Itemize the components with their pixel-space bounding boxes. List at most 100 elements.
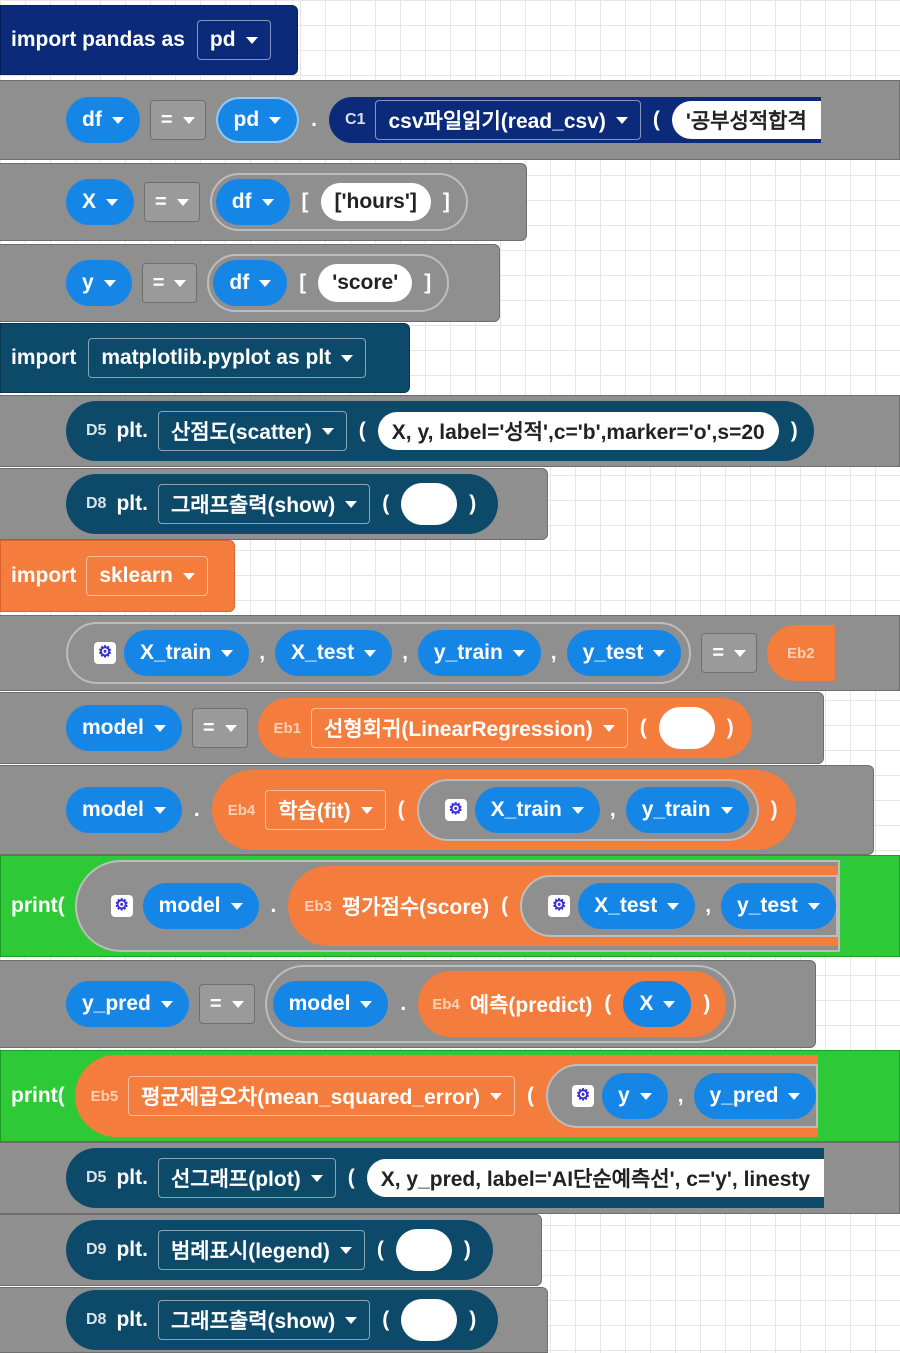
function-dropdown[interactable]: csv파일읽기(read_csv) xyxy=(375,100,641,140)
var-model[interactable]: model xyxy=(66,705,182,751)
gear-icon[interactable]: ⚙ xyxy=(444,799,467,821)
args-tuple[interactable]: ⚙ X_test , y_test xyxy=(520,875,838,937)
filename-input[interactable]: '공부성적합격 xyxy=(671,101,821,139)
predict-block[interactable]: y_pred = model . Eb4 예측(predict) ( X ) xyxy=(0,960,816,1048)
column-input[interactable]: ['hours'] xyxy=(320,183,431,221)
print-mse-block[interactable]: print( Eb5 평균제곱오차(mean_squared_error) ( … xyxy=(0,1050,900,1142)
fit-call[interactable]: Eb4 학습(fit) ( ⚙ X_train , y_train ) xyxy=(211,770,796,850)
chevron-down-icon xyxy=(182,572,195,580)
assign-operator[interactable]: = xyxy=(141,263,198,303)
model-fit-block[interactable]: model . Eb4 학습(fit) ( ⚙ X_train , y_trai… xyxy=(0,765,874,855)
gear-icon[interactable]: ⚙ xyxy=(548,895,571,917)
obj-pd[interactable]: pd xyxy=(215,97,300,143)
index-expression[interactable]: df [ 'score' ] xyxy=(207,254,450,312)
chevron-down-icon xyxy=(269,116,282,124)
gear-icon[interactable]: ⚙ xyxy=(572,1085,595,1107)
assign-operator[interactable]: = xyxy=(149,100,206,140)
method-expression[interactable]: model . Eb4 예측(predict) ( X ) xyxy=(264,965,737,1043)
print-arg[interactable]: ⚙ model . Eb3 평가점수(score) ( ⚙ X_test , y… xyxy=(74,860,840,952)
function-dropdown[interactable]: 산점도(scatter) xyxy=(157,411,347,451)
var-y-pred[interactable]: y_pred xyxy=(693,1073,817,1119)
var-x-test[interactable]: X_test xyxy=(578,883,696,929)
predict-call[interactable]: Eb4 예측(predict) ( X ) xyxy=(418,971,727,1037)
function-label[interactable]: 예측(predict) xyxy=(470,989,593,1019)
model-create-block[interactable]: model = Eb1 선형회귀(LinearRegression) ( ) xyxy=(0,692,824,764)
var-y[interactable]: y xyxy=(602,1073,668,1119)
empty-arg-slot[interactable] xyxy=(401,1299,458,1341)
assign-y-block[interactable]: y = df [ 'score' ] xyxy=(0,244,500,322)
read-csv-call[interactable]: C1 csv파일읽기(read_csv) ( '공부성적합격 xyxy=(329,97,821,143)
tuple-expression[interactable]: ⚙ X_train , X_test , y_train , y_test xyxy=(66,622,692,684)
show-call[interactable]: D8 plt. 그래프출력(show) ( ) xyxy=(66,474,499,534)
empty-arg-slot[interactable] xyxy=(658,707,715,749)
obj-df[interactable]: df xyxy=(213,260,288,306)
assign-x-block[interactable]: X = df [ ['hours'] ] xyxy=(0,163,527,241)
var-y-train[interactable]: y_train xyxy=(625,787,749,833)
args-tuple[interactable]: ⚙ X_train , y_train xyxy=(416,779,759,841)
var-model[interactable]: model xyxy=(272,981,389,1027)
var-y-test[interactable]: y_test xyxy=(566,630,682,676)
obj-df[interactable]: df xyxy=(215,179,290,225)
legend-call[interactable]: D9 plt. 범례표시(legend) ( ) xyxy=(66,1220,493,1280)
show-block[interactable]: D8 plt. 그래프출력(show) ( ) xyxy=(0,468,548,540)
chevron-down-icon xyxy=(602,724,615,732)
function-dropdown[interactable]: 선그래프(plot) xyxy=(157,1158,336,1198)
import-sklearn-block[interactable]: import sklearn xyxy=(0,540,235,612)
module-dropdown[interactable]: pd xyxy=(196,20,271,60)
scatter-block[interactable]: D5 plt. 산점도(scatter) ( X, y, label='성적',… xyxy=(0,395,900,467)
print-score-block[interactable]: print( ⚙ model . Eb3 평가점수(score) ( ⚙ X_t… xyxy=(0,855,900,957)
var-y-train[interactable]: y_train xyxy=(417,630,541,676)
chevron-down-icon xyxy=(221,649,234,657)
function-dropdown[interactable]: 범례표시(legend) xyxy=(157,1230,365,1270)
scatter-args-input[interactable]: X, y, label='성적',c='b',marker='o',s=20 xyxy=(377,412,779,450)
column-input[interactable]: 'score' xyxy=(318,264,413,302)
legend-block[interactable]: D9 plt. 범례표시(legend) ( ) xyxy=(0,1214,542,1286)
import-matplotlib-block[interactable]: import matplotlib.pyplot as plt xyxy=(0,323,410,393)
function-dropdown[interactable]: 그래프출력(show) xyxy=(157,484,371,524)
chevron-down-icon xyxy=(111,116,124,124)
assign-df-block[interactable]: df = pd . C1 csv파일읽기(read_csv) ( '공부성적합격 xyxy=(0,80,900,160)
function-label[interactable]: 평가점수(score) xyxy=(342,891,489,921)
var-x[interactable]: X xyxy=(66,179,135,225)
plot-args-input[interactable]: X, y_pred, label='AI단순예측선', c='y', lines… xyxy=(366,1159,825,1197)
empty-arg-slot[interactable] xyxy=(395,1229,452,1271)
assign-operator[interactable]: = xyxy=(144,182,200,222)
var-model[interactable]: model xyxy=(142,883,259,929)
assign-operator[interactable]: = xyxy=(701,633,758,673)
module-dropdown[interactable]: sklearn xyxy=(86,556,208,596)
train-test-split-block[interactable]: ⚙ X_train , X_test , y_train , y_test = … xyxy=(0,615,900,691)
chevron-down-icon xyxy=(341,354,354,362)
function-dropdown[interactable]: 그래프출력(show) xyxy=(157,1300,371,1340)
show-block-2[interactable]: D8 plt. 그래프출력(show) ( ) xyxy=(0,1287,548,1353)
function-dropdown[interactable]: 선형회귀(LinearRegression) xyxy=(311,708,628,748)
plot-call[interactable]: D5 plt. 선그래프(plot) ( X, y_pred, label='A… xyxy=(66,1148,825,1208)
var-y[interactable]: y xyxy=(66,260,132,306)
gear-icon[interactable]: ⚙ xyxy=(110,895,133,917)
mse-call[interactable]: Eb5 평균제곱오차(mean_squared_error) ( ⚙ y , y… xyxy=(74,1055,819,1137)
var-x-train[interactable]: X_train xyxy=(474,787,600,833)
import-pandas-block[interactable]: import pandas as pd xyxy=(0,5,298,75)
var-y-pred[interactable]: y_pred xyxy=(66,981,189,1027)
function-dropdown[interactable]: 학습(fit) xyxy=(265,790,386,830)
var-x-train[interactable]: X_train xyxy=(124,630,250,676)
index-expression[interactable]: df [ ['hours'] ] xyxy=(209,173,468,231)
plot-block[interactable]: D5 plt. 선그래프(plot) ( X, y_pred, label='A… xyxy=(0,1142,900,1214)
linear-regression-call[interactable]: Eb1 선형회귀(LinearRegression) ( ) xyxy=(257,698,752,758)
assign-operator[interactable]: = xyxy=(191,708,248,748)
var-x-test[interactable]: X_test xyxy=(275,630,393,676)
module-dropdown[interactable]: matplotlib.pyplot as plt xyxy=(88,338,367,378)
split-call[interactable]: Eb2 xyxy=(767,625,835,681)
gear-icon[interactable]: ⚙ xyxy=(94,642,116,664)
empty-arg-slot[interactable] xyxy=(401,483,458,525)
var-x[interactable]: X xyxy=(623,981,692,1027)
args-tuple[interactable]: ⚙ y , y_pred xyxy=(546,1064,819,1128)
chevron-down-icon xyxy=(231,1000,244,1008)
show-call[interactable]: D8 plt. 그래프출력(show) ( ) xyxy=(66,1290,499,1350)
var-model[interactable]: model xyxy=(66,787,182,833)
var-y-test[interactable]: y_test xyxy=(721,883,836,929)
assign-operator[interactable]: = xyxy=(198,984,255,1024)
function-dropdown[interactable]: 평균제곱오차(mean_squared_error) xyxy=(128,1076,516,1116)
score-call[interactable]: Eb3 평가점수(score) ( ⚙ X_test , y_test xyxy=(288,866,838,946)
scatter-call[interactable]: D5 plt. 산점도(scatter) ( X, y, label='성적',… xyxy=(66,401,814,461)
var-df[interactable]: df xyxy=(66,97,140,143)
